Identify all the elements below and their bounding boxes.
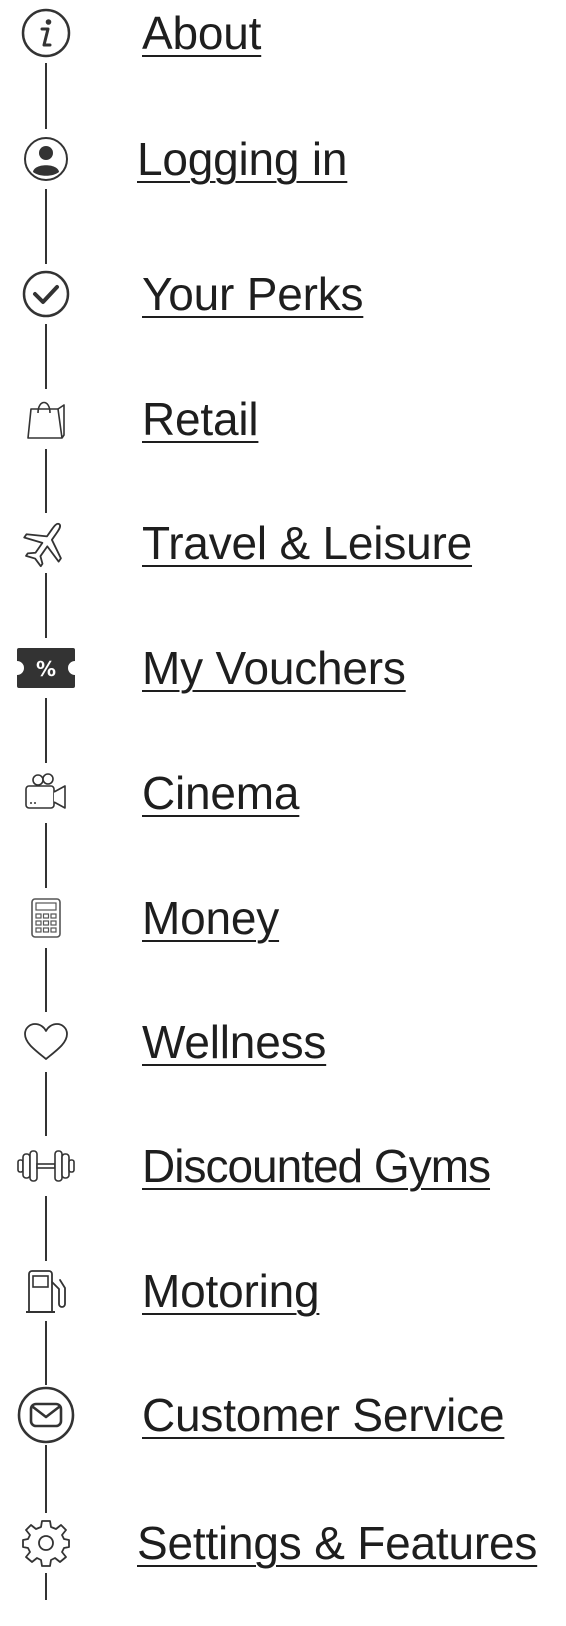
menu-item-logging-in[interactable]: Logging in bbox=[0, 124, 566, 194]
menu-item-about[interactable]: About bbox=[0, 0, 566, 68]
envelope-icon bbox=[10, 1385, 82, 1445]
menu-item-label: Logging in bbox=[137, 133, 348, 185]
user-icon bbox=[10, 129, 82, 189]
menu-item-your-perks[interactable]: Your Perks bbox=[0, 259, 566, 329]
menu-item-money[interactable]: Money bbox=[0, 883, 566, 953]
menu-item-my-vouchers[interactable]: % My Vouchers bbox=[0, 633, 566, 703]
menu-item-label: Travel & Leisure bbox=[142, 517, 473, 569]
menu-item-label: Cinema bbox=[142, 767, 300, 819]
menu-item-label: Retail bbox=[142, 393, 259, 445]
airplane-icon bbox=[10, 513, 82, 573]
voucher-symbol: % bbox=[36, 657, 56, 681]
menu-item-label: Settings & Features bbox=[137, 1517, 538, 1569]
menu-item-label: Motoring bbox=[142, 1265, 320, 1317]
menu-item-label: My Vouchers bbox=[142, 642, 406, 694]
voucher-ticket-icon: % bbox=[10, 638, 82, 698]
menu-item-customer-service[interactable]: Customer Service bbox=[0, 1380, 566, 1450]
fuel-pump-icon bbox=[10, 1261, 82, 1321]
menu-item-discounted-gyms[interactable]: Discounted Gyms bbox=[0, 1131, 566, 1201]
menu-item-label: Customer Service bbox=[142, 1389, 505, 1441]
dumbbell-icon bbox=[10, 1136, 82, 1196]
heart-icon bbox=[10, 1012, 82, 1072]
menu-item-label: Discounted Gyms bbox=[142, 1140, 491, 1192]
info-icon bbox=[10, 3, 82, 63]
side-menu: About Logging in Your Perks Retail Trave… bbox=[0, 0, 566, 1626]
menu-item-wellness[interactable]: Wellness bbox=[0, 1007, 566, 1077]
calculator-icon bbox=[10, 888, 82, 948]
menu-item-cinema[interactable]: Cinema bbox=[0, 758, 566, 828]
movie-camera-icon bbox=[10, 763, 82, 823]
gear-icon bbox=[10, 1513, 82, 1573]
menu-item-label: Your Perks bbox=[142, 268, 364, 320]
menu-item-motoring[interactable]: Motoring bbox=[0, 1256, 566, 1326]
menu-item-label: About bbox=[142, 7, 262, 59]
shopping-bag-icon bbox=[10, 389, 82, 449]
menu-item-retail[interactable]: Retail bbox=[0, 384, 566, 454]
menu-item-label: Money bbox=[142, 892, 280, 944]
menu-item-label: Wellness bbox=[142, 1016, 327, 1068]
check-circle-icon bbox=[10, 264, 82, 324]
menu-item-travel-leisure[interactable]: Travel & Leisure bbox=[0, 508, 566, 578]
menu-item-settings-features[interactable]: Settings & Features bbox=[0, 1508, 566, 1578]
